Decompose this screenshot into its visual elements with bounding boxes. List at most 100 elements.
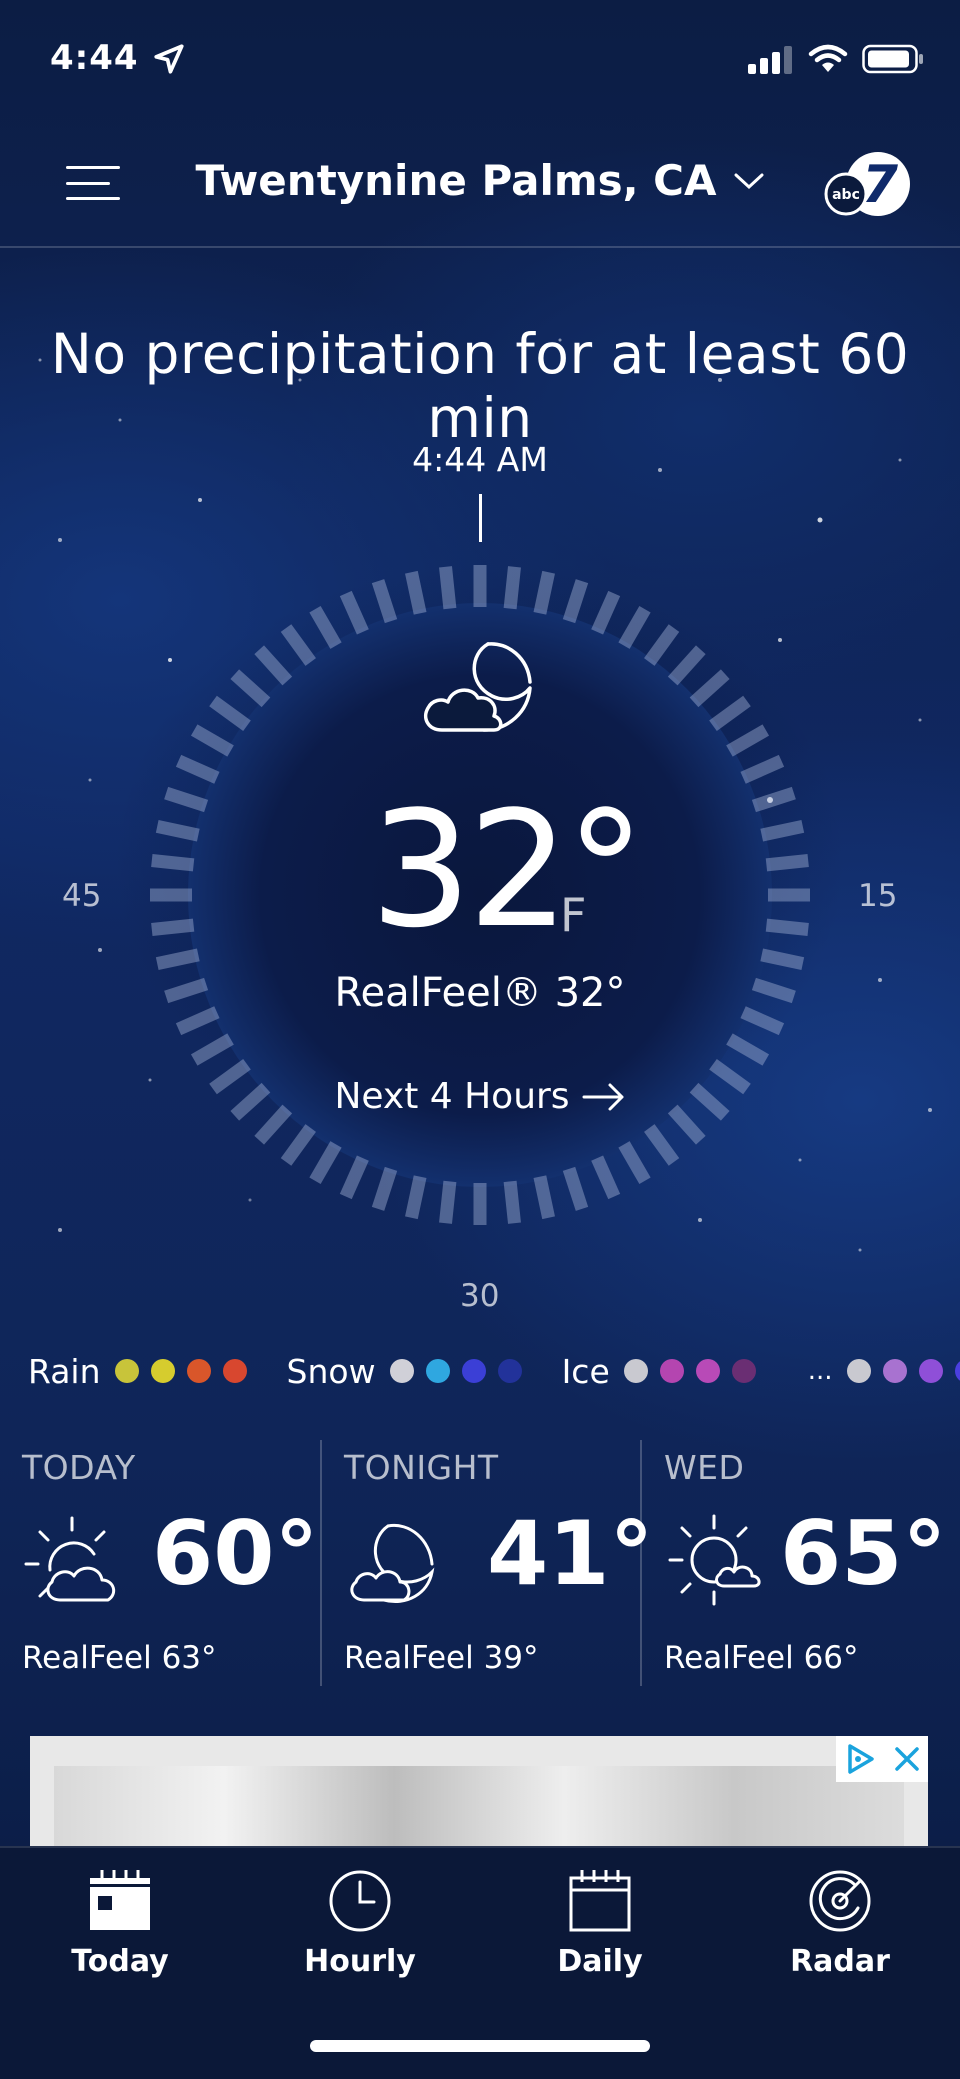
- wifi-icon: [808, 44, 848, 72]
- arrow-right-icon: [582, 1083, 624, 1110]
- legend-dot: [918, 1359, 943, 1383]
- location-name: Twentynine Palms, CA: [195, 156, 717, 205]
- dial-tick-mark: [405, 570, 427, 615]
- legend-snow-label: Snow: [286, 1351, 376, 1391]
- legend-snow: Snow: [287, 1352, 534, 1391]
- legend-ice-label: Ice: [561, 1351, 610, 1391]
- legend-mix-label: ...: [807, 1356, 833, 1386]
- dial-tick-mark: [591, 1155, 621, 1200]
- forecast-realfeel: RealFeel 39°: [344, 1640, 539, 1676]
- tab-daily[interactable]: Daily: [520, 1868, 680, 1988]
- dial-tick-mark: [230, 669, 271, 708]
- legend-dot: [623, 1359, 648, 1383]
- dial-tick-mark: [280, 1124, 316, 1166]
- dial-tick-mark: [190, 724, 234, 757]
- dial-tick-mark: [503, 566, 521, 610]
- ad-choices[interactable]: [836, 1736, 928, 1782]
- dial-label-30: 30: [460, 1278, 500, 1314]
- legend-dot: [731, 1359, 756, 1383]
- chevron-down-icon: [734, 173, 764, 189]
- forecast-card-today[interactable]: TODAY 60° RealFeel 63°: [0, 1440, 320, 1686]
- dial-tick-mark: [667, 645, 706, 686]
- dial-tick-mark: [751, 786, 796, 813]
- dial-tick-mark: [339, 1155, 369, 1200]
- dial-tick-mark: [155, 820, 200, 842]
- dial-tick-mark: [562, 1166, 589, 1211]
- ad-image: [54, 1766, 904, 1846]
- dial-tick-mark: [726, 724, 770, 757]
- location-selector[interactable]: Twentynine Palms, CA: [0, 156, 960, 205]
- tab-hourly[interactable]: Hourly: [280, 1868, 440, 1988]
- forecast-realfeel: RealFeel 63°: [22, 1640, 217, 1676]
- dial-tick-mark: [726, 1033, 770, 1066]
- legend-ice: Ice: [562, 1352, 768, 1391]
- next-hours-label: Next 4 Hours: [334, 1076, 570, 1117]
- dial-tick-mark: [562, 579, 589, 624]
- dial-tick-mark: [309, 1141, 342, 1185]
- dial-tick-mark: [618, 605, 651, 649]
- home-indicator: [310, 2040, 650, 2052]
- status-icons: [748, 44, 924, 74]
- dial-tick-mark: [155, 948, 200, 970]
- precipitation-legend: Rain Snow Ice ...: [28, 1350, 960, 1392]
- dial-label-15: 15: [858, 878, 898, 914]
- legend-dot: [186, 1359, 211, 1383]
- radar-icon: [809, 1870, 871, 1932]
- legend-dot: [425, 1359, 450, 1383]
- calendar-icon: [569, 1870, 631, 1932]
- dial-label-45: 45: [62, 878, 102, 914]
- dial-tick-mark: [709, 695, 751, 731]
- partly-cloudy-night-icon: [350, 1523, 435, 1603]
- clock-icon: [329, 1870, 391, 1932]
- legend-dot: [659, 1359, 684, 1383]
- status-time: 4:44: [50, 38, 139, 78]
- app-header: Twentynine Palms, CA abc 7: [0, 140, 960, 248]
- battery-icon: [862, 44, 923, 74]
- dial-tick-mark: [309, 605, 342, 649]
- dial-tick-mark: [151, 854, 195, 872]
- dial-tick-mark: [644, 624, 680, 666]
- legend-dot: [114, 1359, 139, 1383]
- forecast-label: TONIGHT: [344, 1448, 499, 1487]
- next-hours-link[interactable]: Next 4 Hours: [0, 1076, 960, 1117]
- legend-dot: [389, 1359, 414, 1383]
- ad-close-icon[interactable]: [893, 1745, 921, 1773]
- dial-tick-mark: [439, 566, 457, 610]
- svg-text:abc: abc: [832, 187, 860, 203]
- dial-tick-mark: [765, 854, 809, 872]
- dial-tick-mark: [591, 590, 621, 635]
- dial-tick-mark: [533, 570, 555, 615]
- dial-tick-mark: [533, 1175, 555, 1220]
- dial-tick-mark: [175, 754, 220, 784]
- dial-tick-mark: [280, 624, 316, 666]
- dial-tick-mark: [503, 1180, 521, 1224]
- legend-dot: [846, 1359, 871, 1383]
- mostly-sunny-icon: [668, 1514, 761, 1606]
- forecast-cards: TODAY 60° RealFeel 63° TONIGHT 41° RealF…: [0, 1440, 960, 1686]
- moon-cloud-icon: [423, 642, 532, 732]
- adchoices-icon: [847, 1744, 874, 1774]
- legend-dot: [150, 1359, 175, 1383]
- dial-tick-mark: [760, 948, 805, 970]
- dial-tick-mark: [371, 1166, 398, 1211]
- location-arrow-icon: [154, 44, 184, 74]
- dial-tick-mark: [765, 918, 809, 936]
- tab-today[interactable]: Today: [40, 1868, 200, 1988]
- current-temperature: 32°: [370, 776, 646, 963]
- abc7-logo[interactable]: abc 7: [822, 146, 914, 222]
- legend-rain: Rain: [28, 1352, 259, 1391]
- legend-dot: [461, 1359, 486, 1383]
- tab-label: Radar: [790, 1944, 890, 1979]
- tab-radar[interactable]: Radar: [760, 1868, 920, 1988]
- dial-tick-mark: [405, 1175, 427, 1220]
- forecast-temp: 60°: [152, 1502, 319, 1605]
- tab-label: Hourly: [304, 1944, 416, 1979]
- legend-dot: [882, 1359, 907, 1383]
- legend-dot: [954, 1359, 960, 1383]
- forecast-card-tonight[interactable]: TONIGHT 41° RealFeel 39°: [320, 1440, 653, 1686]
- legend-mix: ...: [808, 1356, 960, 1386]
- forecast-card-wed[interactable]: WED 65° RealFeel 66°: [640, 1440, 960, 1686]
- forecast-label: TODAY: [22, 1448, 136, 1487]
- ad-banner[interactable]: [30, 1736, 928, 1846]
- dial-tick-mark: [371, 579, 398, 624]
